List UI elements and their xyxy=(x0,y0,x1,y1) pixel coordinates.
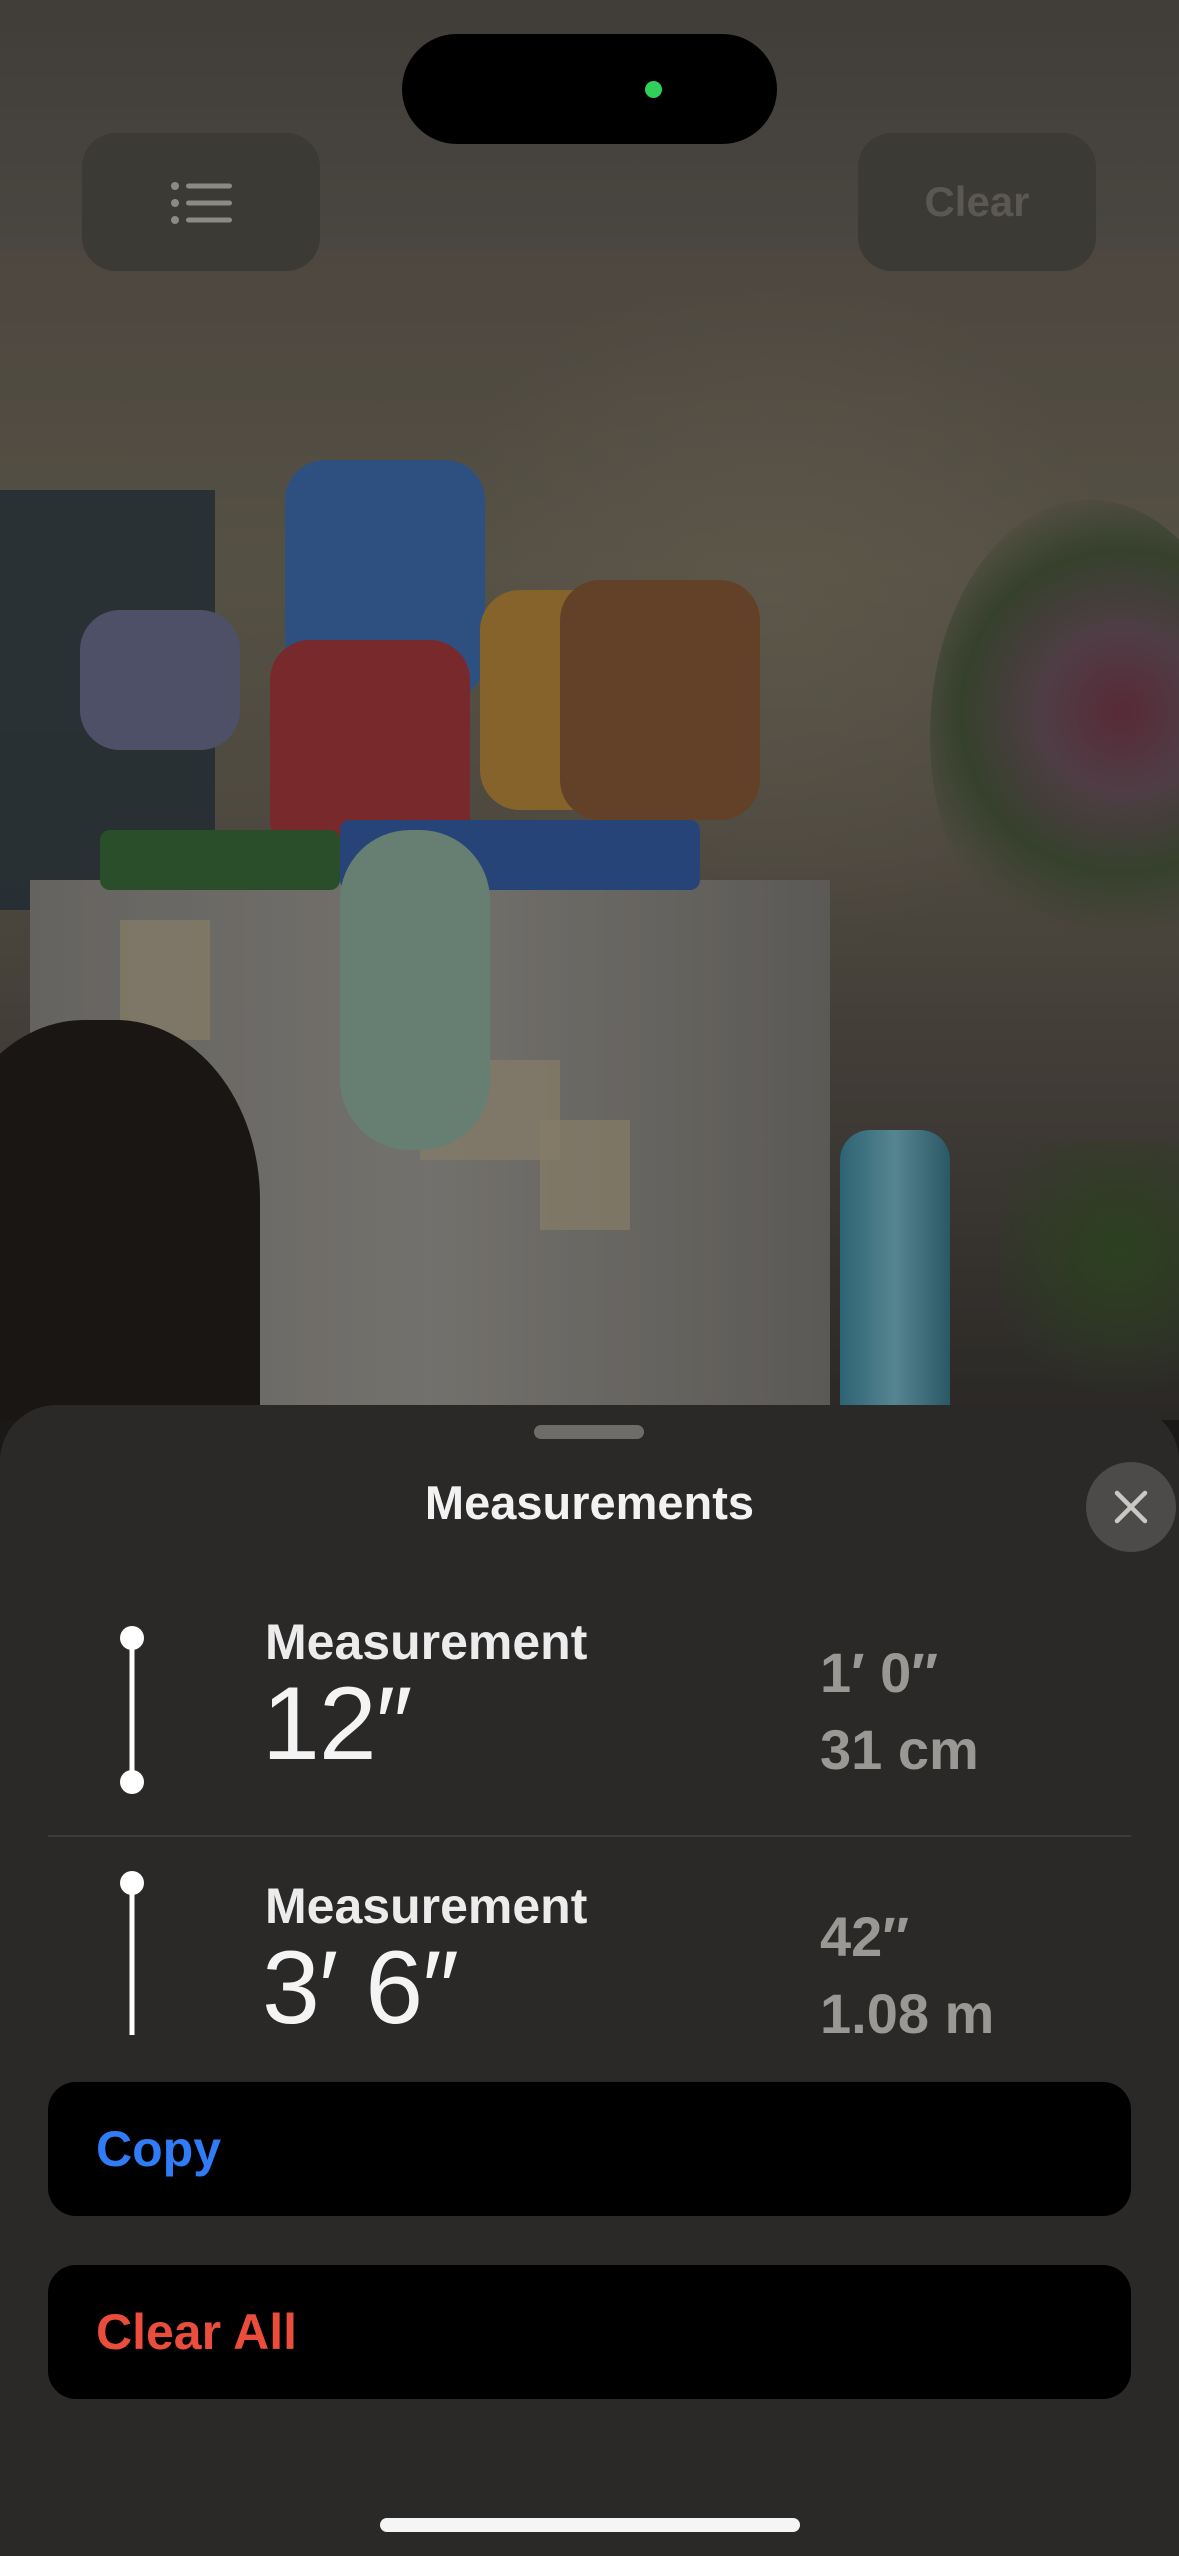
measurement-row[interactable]: Measurement 3′ 6″ 42″ 1.08 m xyxy=(0,1849,1179,2035)
list-icon xyxy=(171,182,232,224)
clear-all-button-label: Clear All xyxy=(96,2304,298,2360)
sheet-grabber[interactable] xyxy=(534,1425,644,1439)
copy-button-label: Copy xyxy=(96,2121,221,2177)
measurements-list-button[interactable] xyxy=(82,133,320,271)
clear-all-button[interactable]: Clear All xyxy=(48,2265,1131,2399)
measurement-alt-primary: 1′ 0″ xyxy=(820,1641,939,1704)
row-divider xyxy=(48,1835,1131,1837)
measure-app-screen: Clear Measurements Measurement 12″ 1′ 0″… xyxy=(0,0,1179,2556)
dynamic-island xyxy=(402,34,777,144)
measurements-list[interactable]: Measurement 12″ 1′ 0″ 31 cm Measurement … xyxy=(0,1585,1179,2035)
measurement-value: 12″ xyxy=(262,1666,412,1782)
measurement-alt-secondary: 31 cm xyxy=(820,1718,979,1781)
measurement-row[interactable]: Measurement 12″ 1′ 0″ 31 cm xyxy=(0,1585,1179,1845)
measurement-line-icon xyxy=(120,1626,144,1794)
measurement-value: 3′ 6″ xyxy=(262,1930,459,2035)
camera-in-use-indicator xyxy=(645,81,662,98)
home-indicator[interactable] xyxy=(380,2518,800,2532)
close-icon xyxy=(1114,1490,1148,1524)
measurement-line-icon xyxy=(120,1871,144,2035)
measurement-alt-secondary: 1.08 m xyxy=(820,1982,995,2035)
clear-button[interactable]: Clear xyxy=(858,133,1096,271)
close-sheet-button[interactable] xyxy=(1086,1462,1176,1552)
clear-button-label: Clear xyxy=(924,178,1030,225)
measurement-alt-primary: 42″ xyxy=(820,1905,910,1968)
copy-button[interactable]: Copy xyxy=(48,2082,1131,2216)
measurement-name: Measurement xyxy=(265,1614,588,1670)
sheet-title: Measurements xyxy=(424,1476,755,1529)
measurement-name: Measurement xyxy=(265,1878,588,1934)
